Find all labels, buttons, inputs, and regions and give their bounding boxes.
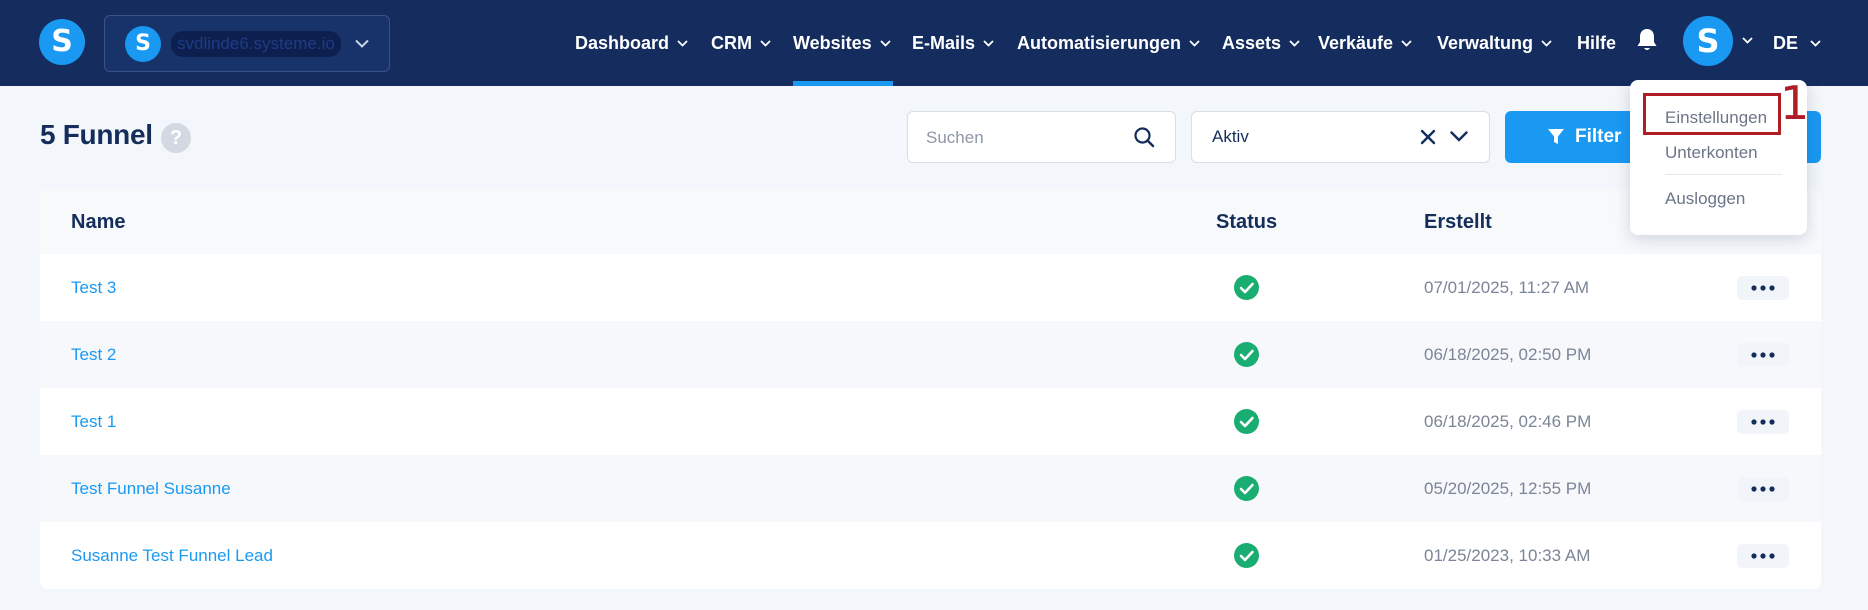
top-navigation-bar: S S svdlinde6.systeme.io Dashboard CRM W… [0,0,1868,86]
row-more-button[interactable] [1737,544,1789,568]
annotation-highlight-box [1643,93,1781,135]
account-logo-icon: S [125,25,161,62]
table-row: Test 3 07/01/2025, 11:27 AM [40,254,1821,321]
nav-emails[interactable]: E-Mails [912,0,994,86]
user-avatar[interactable]: S [1683,16,1733,66]
language-label: DE [1773,32,1799,53]
status-select[interactable]: Aktiv [1191,111,1490,163]
systeme-logo[interactable]: S [39,19,85,65]
table-row: Test 1 06/18/2025, 02:46 PM [40,388,1821,455]
chevron-down-icon [880,39,891,47]
page-title: 5 Funnel [40,119,153,150]
nav-dashboard-label: Dashboard [575,32,670,53]
close-icon[interactable] [1420,129,1436,145]
chevron-down-icon [677,39,688,47]
column-header-name[interactable]: Name [71,211,125,234]
created-date: 06/18/2025, 02:50 PM [1424,345,1592,364]
chevron-down-icon [1401,39,1412,47]
created-date: 07/01/2025, 11:27 AM [1424,278,1590,297]
created-date: 06/18/2025, 02:46 PM [1424,412,1592,431]
filter-button-label: Filter [1575,126,1622,147]
filter-icon [1548,129,1564,144]
funnel-name-link[interactable]: Test 1 [71,412,116,432]
table-row: Test 2 06/18/2025, 02:50 PM [40,321,1821,388]
table-header: Name Status Erstellt [40,189,1821,254]
chevron-down-icon [1541,39,1552,47]
chevron-down-icon [760,39,771,47]
menu-divider [1665,174,1782,175]
table-row: Test Funnel Susanne 05/20/2025, 12:55 PM [40,455,1821,522]
table-row: Susanne Test Funnel Lead 01/25/2023, 10:… [40,522,1821,589]
nav-verkaeufe[interactable]: Verkäufe [1318,0,1412,86]
status-select-value: Aktiv [1212,127,1249,146]
more-dots-icon [1751,285,1775,291]
language-selector[interactable]: DE [1773,0,1821,86]
account-logo-letter: S [135,30,151,56]
column-header-created[interactable]: Erstellt [1424,211,1492,234]
nav-websites-label: Websites [793,32,872,53]
funnel-name-link[interactable]: Test 2 [71,345,116,365]
chevron-down-icon [1289,39,1300,47]
funnel-name-link[interactable]: Test 3 [71,278,116,298]
funnel-name-link[interactable]: Susanne Test Funnel Lead [71,546,273,566]
more-dots-icon [1751,352,1775,358]
nav-hilfe[interactable]: Hilfe [1577,0,1616,86]
nav-assets-label: Assets [1222,32,1282,53]
nav-dashboard[interactable]: Dashboard [575,0,688,86]
search-icon[interactable] [1133,126,1155,148]
nav-verwaltung[interactable]: Verwaltung [1437,0,1552,86]
status-active-check-icon [1234,275,1259,300]
chevron-down-icon [983,39,994,47]
chevron-down-icon[interactable] [1450,131,1468,142]
nav-websites[interactable]: Websites [793,0,891,86]
nav-verkaeufe-label: Verkäufe [1318,32,1394,53]
chevron-down-icon [1189,39,1200,47]
column-header-status[interactable]: Status [1216,211,1277,234]
created-date: 05/20/2025, 12:55 PM [1424,479,1592,498]
nav-automatisierungen[interactable]: Automatisierungen [1017,0,1200,86]
created-date: 01/25/2023, 10:33 AM [1424,546,1591,565]
menu-item-ausloggen[interactable]: Ausloggen [1665,189,1745,209]
more-dots-icon [1751,553,1775,559]
avatar-letter: S [1696,22,1720,60]
active-nav-indicator [793,81,893,86]
bell-icon[interactable] [1636,27,1658,53]
search-box [907,111,1176,163]
help-icon[interactable]: ? [161,123,191,153]
nav-crm[interactable]: CRM [711,0,771,86]
row-more-button[interactable] [1737,343,1789,367]
annotation-step-number: 1 [1780,76,1810,130]
account-switcher[interactable]: S svdlinde6.systeme.io [104,15,390,72]
nav-crm-label: CRM [711,32,752,53]
funnel-name-link[interactable]: Test Funnel Susanne [71,479,231,499]
nav-assets[interactable]: Assets [1222,0,1300,86]
chevron-down-icon[interactable] [1742,37,1753,44]
more-dots-icon [1751,419,1775,425]
status-active-check-icon [1234,342,1259,367]
account-name: svdlinde6.systeme.io [171,30,341,57]
nav-emails-label: E-Mails [912,32,976,53]
row-more-button[interactable] [1737,276,1789,300]
chevron-down-icon [1810,39,1821,47]
nav-hilfe-label: Hilfe [1577,32,1617,53]
nav-verwaltung-label: Verwaltung [1437,32,1534,53]
status-active-check-icon [1234,543,1259,568]
search-input[interactable] [926,125,1126,151]
help-icon-glyph: ? [169,126,183,149]
chevron-down-icon [355,39,369,48]
menu-item-unterkonten[interactable]: Unterkonten [1665,143,1758,163]
nav-automatisierungen-label: Automatisierungen [1017,32,1182,53]
status-active-check-icon [1234,476,1259,501]
logo-letter: S [51,24,73,59]
row-more-button[interactable] [1737,410,1789,434]
more-dots-icon [1751,486,1775,492]
status-active-check-icon [1234,409,1259,434]
funnel-table: Name Status Erstellt Test 3 07/01/2025, … [40,189,1821,589]
row-more-button[interactable] [1737,477,1789,501]
